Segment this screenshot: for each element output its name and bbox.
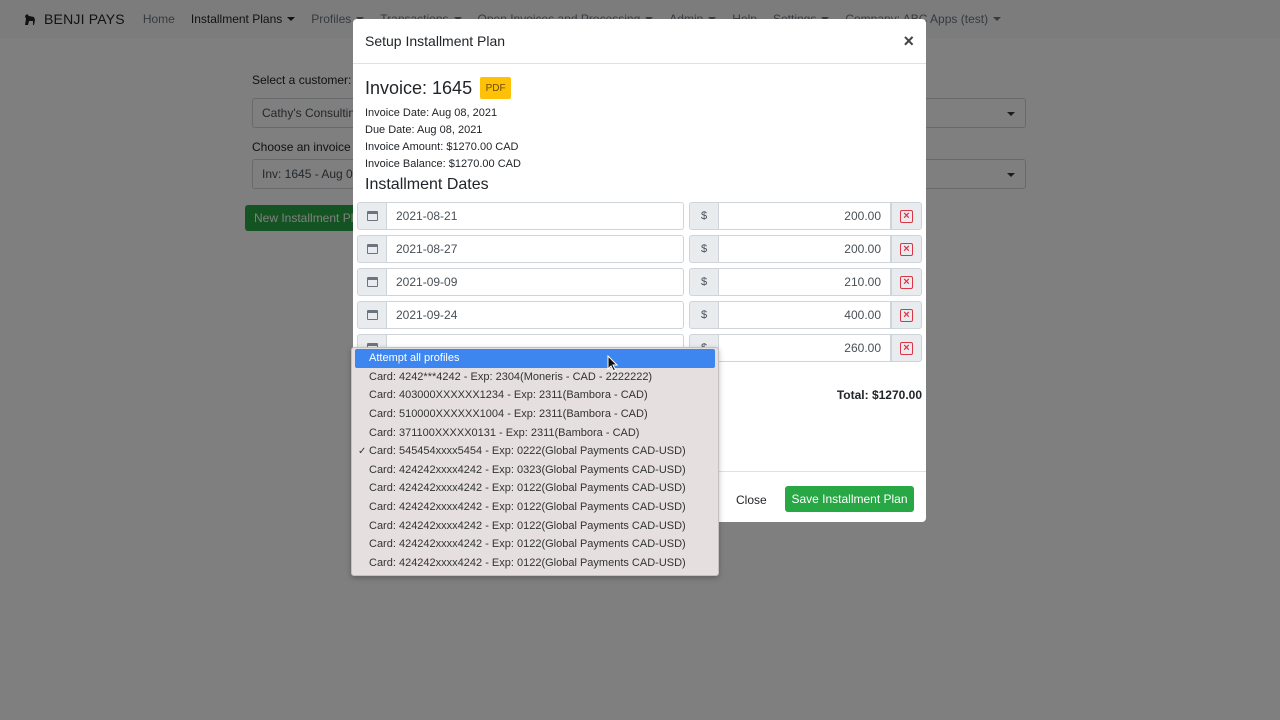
- close-button[interactable]: Close: [736, 487, 767, 513]
- profile-option-label: Card: 545454xxxx5454 - Exp: 0222(Global …: [369, 445, 686, 458]
- invoice-balance: Invoice Balance: $1270.00 CAD: [365, 158, 521, 170]
- checkmark-icon: ✓: [358, 445, 367, 457]
- profile-option-label: Attempt all profiles: [369, 352, 460, 365]
- profile-option[interactable]: Card: 403000XXXXXX1234 - Exp: 2311(Bambo…: [352, 386, 718, 405]
- profile-option[interactable]: Card: 424242xxxx4242 - Exp: 0122(Global …: [352, 554, 718, 573]
- profile-option[interactable]: Card: 424242xxxx4242 - Exp: 0122(Global …: [352, 516, 718, 535]
- installment-date-value: 2021-09-24: [396, 308, 458, 322]
- remove-installment-button[interactable]: ×: [891, 202, 922, 230]
- remove-installment-button[interactable]: ×: [891, 301, 922, 329]
- installment-amount-input[interactable]: 200.00: [719, 235, 891, 263]
- installment-row: 2021-09-09 $210.00 ×: [357, 268, 922, 296]
- remove-icon: ×: [900, 341, 913, 355]
- modal-header: Setup Installment Plan ×: [353, 19, 926, 64]
- remove-icon: ×: [900, 242, 913, 256]
- installment-row: 2021-08-27 $200.00 ×: [357, 235, 922, 263]
- installment-amount-value: 400.00: [844, 308, 881, 322]
- profile-option[interactable]: Card: 4242***4242 - Exp: 2304(Moneris - …: [352, 368, 718, 387]
- installment-date-input[interactable]: 2021-08-21: [387, 202, 684, 230]
- profile-option-label: Card: 424242xxxx4242 - Exp: 0122(Global …: [369, 556, 686, 569]
- modal-title: Setup Installment Plan: [365, 33, 506, 49]
- calendar-button[interactable]: [357, 301, 387, 329]
- profile-option-label: Card: 4242***4242 - Exp: 2304(Moneris - …: [369, 370, 653, 383]
- profile-option-label: Card: 424242xxxx4242 - Exp: 0323(Global …: [369, 463, 686, 476]
- pdf-button[interactable]: PDF: [480, 77, 512, 99]
- profile-option-label: Card: 510000XXXXXX1004 - Exp: 2311(Bambo…: [369, 408, 648, 421]
- remove-icon: ×: [900, 275, 913, 289]
- remove-icon: ×: [900, 308, 913, 322]
- calendar-icon: [366, 310, 378, 320]
- installment-amount-value: 200.00: [844, 209, 881, 223]
- calendar-icon: [366, 211, 378, 221]
- calendar-button[interactable]: [357, 202, 387, 230]
- profile-option-label: Card: 403000XXXXXX1234 - Exp: 2311(Bambo…: [369, 389, 648, 402]
- installment-date-value: 2021-08-21: [396, 209, 458, 223]
- currency-addon: $: [689, 202, 719, 230]
- installment-date-input[interactable]: 2021-09-24: [387, 301, 684, 329]
- calendar-button[interactable]: [357, 235, 387, 263]
- currency-addon: $: [689, 235, 719, 263]
- installment-amount-value: 200.00: [844, 242, 881, 256]
- profile-option[interactable]: Card: 510000XXXXXX1004 - Exp: 2311(Bambo…: [352, 405, 718, 424]
- remove-installment-button[interactable]: ×: [891, 235, 922, 263]
- close-icon[interactable]: ×: [903, 32, 914, 50]
- installment-amount-value: 260.00: [844, 341, 881, 355]
- installment-row: 2021-09-24 $400.00 ×: [357, 301, 922, 329]
- calendar-icon: [366, 277, 378, 287]
- profile-option-label: Card: 424242xxxx4242 - Exp: 0122(Global …: [369, 482, 686, 495]
- profile-option[interactable]: ✓ Card: 545454xxxx5454 - Exp: 0222(Global…: [352, 442, 718, 461]
- due-date: Due Date: Aug 08, 2021: [365, 124, 483, 136]
- profile-option[interactable]: Card: 424242xxxx4242 - Exp: 0122(Global …: [352, 498, 718, 517]
- currency-addon: $: [689, 268, 719, 296]
- payment-profile-dropdown[interactable]: Attempt all profiles Card: 4242***4242 - …: [351, 347, 719, 576]
- installment-date-input[interactable]: 2021-09-09: [387, 268, 684, 296]
- invoice-date: Invoice Date: Aug 08, 2021: [365, 107, 498, 119]
- installment-row: 2021-08-21 $200.00 ×: [357, 202, 922, 230]
- calendar-button[interactable]: [357, 268, 387, 296]
- remove-installment-button[interactable]: ×: [891, 334, 922, 362]
- installment-date-value: 2021-09-09: [396, 275, 458, 289]
- installment-amount-input[interactable]: 200.00: [719, 202, 891, 230]
- installment-amount-input[interactable]: 260.00: [719, 334, 891, 362]
- currency-addon: $: [689, 301, 719, 329]
- profile-option[interactable]: Card: 424242xxxx4242 - Exp: 0323(Global …: [352, 461, 718, 480]
- profile-option-label: Card: 424242xxxx4242 - Exp: 0122(Global …: [369, 538, 686, 551]
- invoice-title: Invoice: 1645: [365, 77, 473, 98]
- installment-date-input[interactable]: 2021-08-27: [387, 235, 684, 263]
- profile-option[interactable]: Attempt all profiles: [355, 349, 715, 368]
- save-installment-plan-button[interactable]: Save Installment Plan: [785, 486, 914, 512]
- invoice-amount: Invoice Amount: $1270.00 CAD: [365, 141, 519, 153]
- profile-option-label: Card: 371100XXXXX0131 - Exp: 2311(Bambor…: [369, 426, 640, 439]
- profile-option[interactable]: Card: 424242xxxx4242 - Exp: 0122(Global …: [352, 479, 718, 498]
- installment-amount-value: 210.00: [844, 275, 881, 289]
- calendar-icon: [366, 244, 378, 254]
- profile-option[interactable]: Card: 371100XXXXX0131 - Exp: 2311(Bambor…: [352, 423, 718, 442]
- installment-date-value: 2021-08-27: [396, 242, 458, 256]
- remove-icon: ×: [900, 209, 913, 223]
- installment-amount-input[interactable]: 400.00: [719, 301, 891, 329]
- profile-option[interactable]: Card: 424242xxxx4242 - Exp: 0122(Global …: [352, 535, 718, 554]
- profile-option-label: Card: 424242xxxx4242 - Exp: 0122(Global …: [369, 501, 686, 514]
- mouse-cursor-icon: [607, 355, 619, 372]
- installment-dates-heading: Installment Dates: [365, 176, 489, 193]
- installment-amount-input[interactable]: 210.00: [719, 268, 891, 296]
- invoice-heading: Invoice: 1645 PDF: [365, 77, 512, 99]
- profile-option-label: Card: 424242xxxx4242 - Exp: 0122(Global …: [369, 519, 686, 532]
- installment-total: Total: $1270.00: [836, 388, 922, 402]
- remove-installment-button[interactable]: ×: [891, 268, 922, 296]
